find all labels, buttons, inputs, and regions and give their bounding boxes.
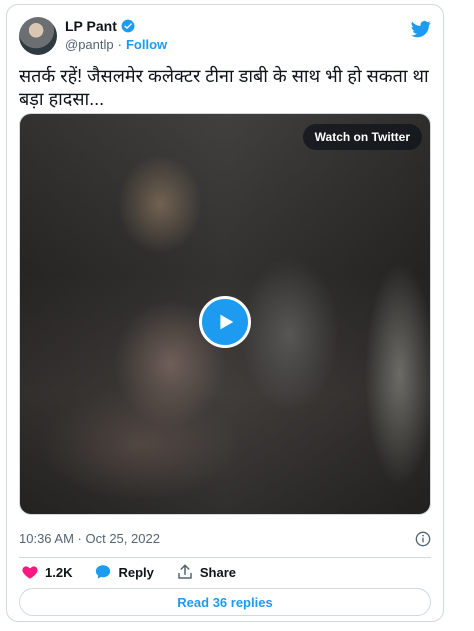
reply-label: Reply — [118, 564, 154, 580]
play-button[interactable] — [199, 296, 251, 348]
watch-on-twitter-button[interactable]: Watch on Twitter — [302, 124, 422, 150]
tweet-timestamp[interactable]: 10:36 AM · Oct 25, 2022 — [19, 531, 160, 546]
share-label: Share — [199, 564, 237, 580]
heart-icon — [22, 566, 38, 579]
timestamp-row: 10:36 AM · Oct 25, 2022 — [19, 531, 431, 549]
video-player[interactable]: Watch on Twitter — [19, 113, 431, 515]
reply-bubble-icon — [96, 565, 111, 579]
play-icon — [220, 314, 234, 330]
read-replies-button[interactable]: Read 36 replies — [19, 588, 431, 616]
action-bar: 1.2K Reply Share — [21, 563, 236, 581]
avatar[interactable] — [19, 17, 57, 55]
tweet-text: सतर्क रहें! जैसलमेर कलेक्टर टीना डाबी के… — [19, 66, 429, 109]
share-button[interactable]: Share — [176, 563, 236, 581]
like-button[interactable]: 1.2K — [21, 563, 72, 581]
tweet-header: LP Pant @pantlp · Follow — [19, 15, 431, 59]
author-handle-row: @pantlp · Follow — [65, 37, 167, 52]
tweet-card: LP Pant @pantlp · Follow सतर्क रहें! जैस… — [6, 4, 444, 622]
author-name-row: LP Pant — [65, 18, 135, 34]
separator-dot: · — [117, 37, 122, 52]
author-handle[interactable]: @pantlp — [65, 37, 114, 52]
share-icon — [178, 564, 192, 579]
like-count: 1.2K — [45, 564, 73, 580]
info-icon[interactable] — [415, 531, 431, 547]
twitter-bird-icon[interactable] — [411, 19, 431, 39]
verified-badge-icon — [121, 19, 135, 33]
follow-button[interactable]: Follow — [126, 37, 167, 52]
author-name[interactable]: LP Pant — [65, 18, 117, 34]
reply-button[interactable]: Reply — [94, 563, 154, 581]
divider — [19, 557, 431, 558]
